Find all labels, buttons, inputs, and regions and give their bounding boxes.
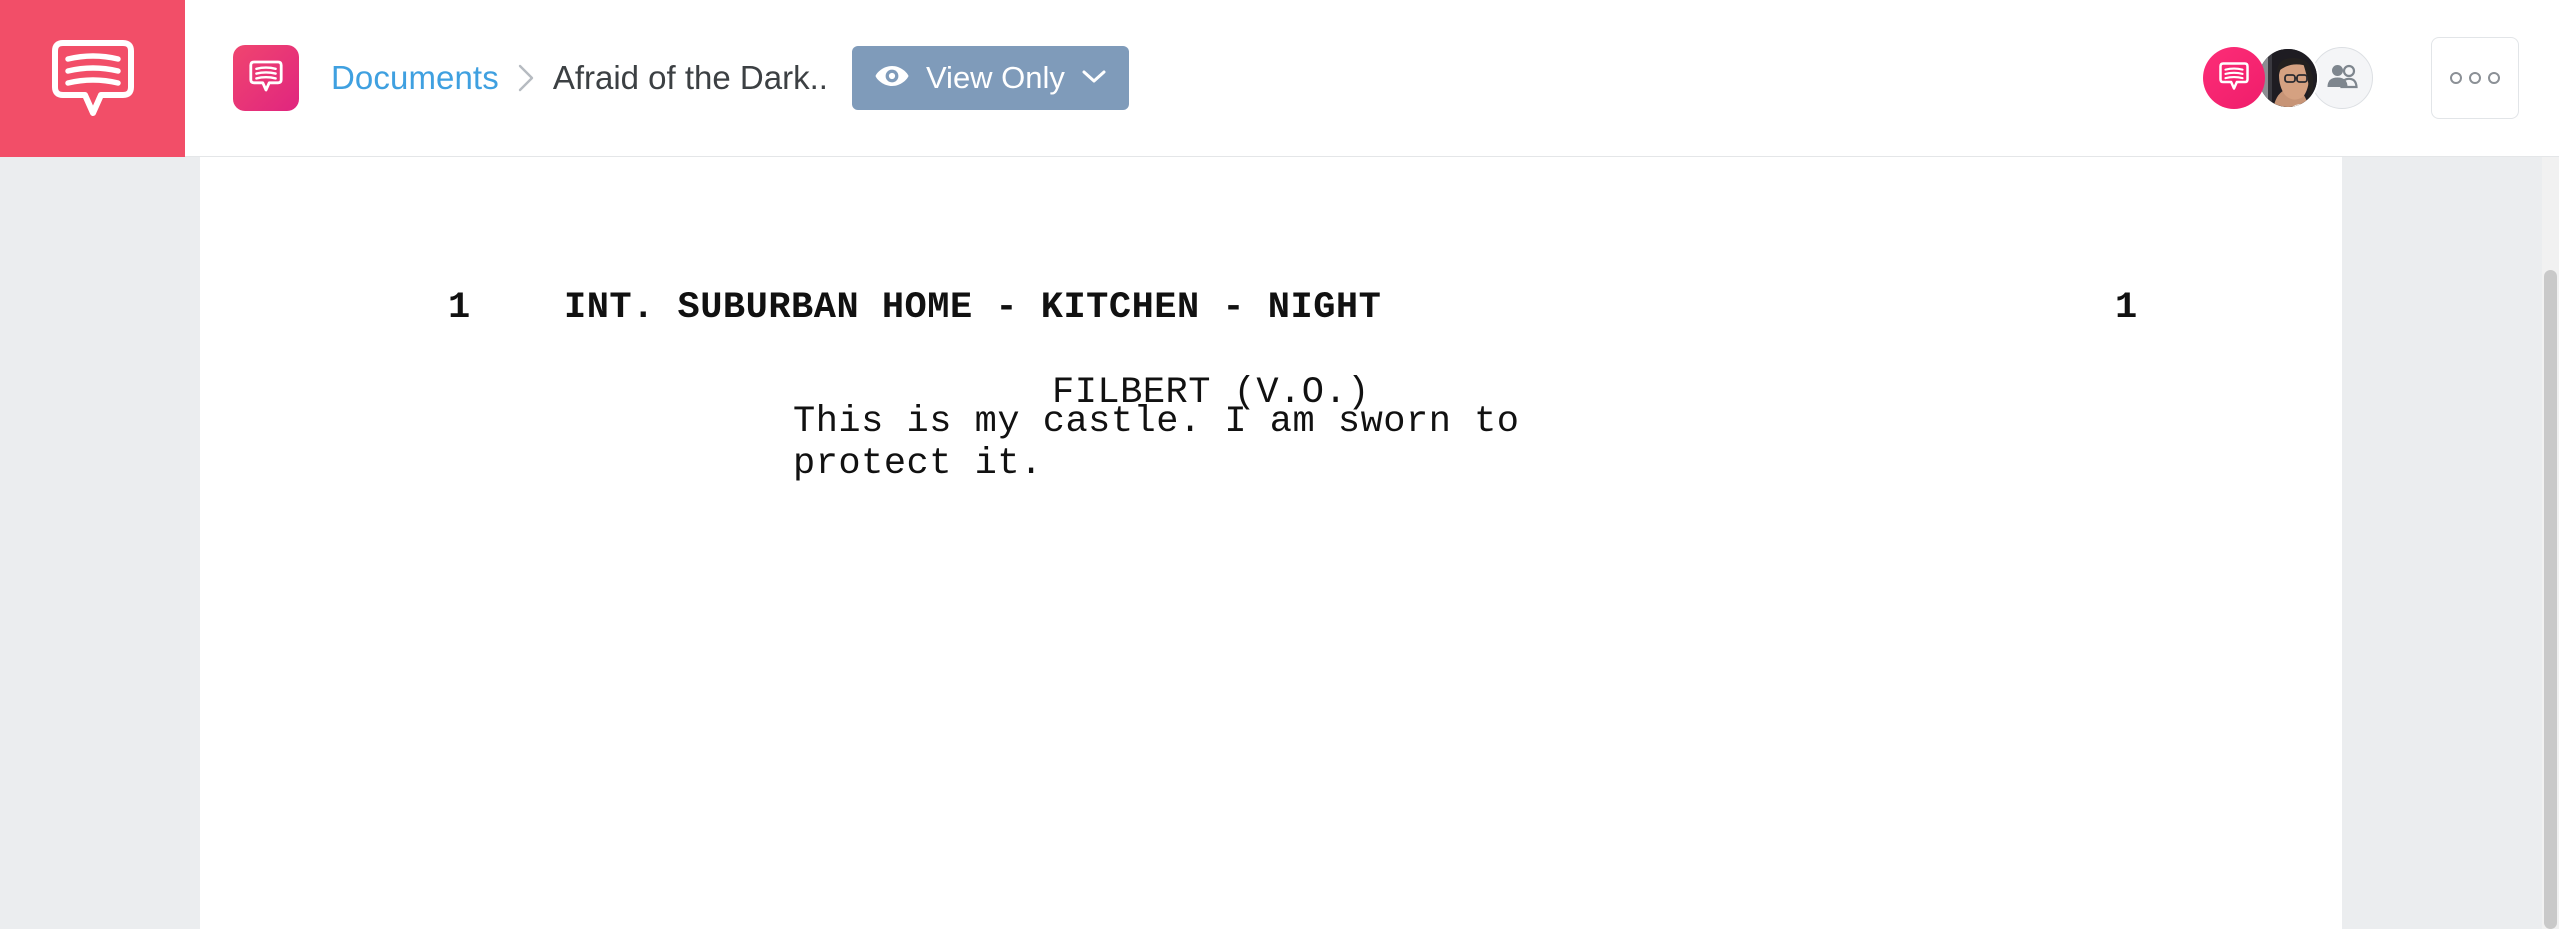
scene-heading-text: INT. SUBURBAN HOME - KITCHEN - NIGHT xyxy=(564,287,1382,329)
more-options-button[interactable] xyxy=(2431,37,2519,119)
user-avatar[interactable] xyxy=(2257,47,2319,109)
chevron-right-icon xyxy=(516,62,536,94)
speech-bubble-icon xyxy=(2219,60,2249,97)
scene-number-right: 1 xyxy=(2115,287,2138,329)
scene-number-left: 1 xyxy=(448,287,471,329)
app-header: Documents Afraid of the Dark.. View Only xyxy=(0,0,2559,157)
app-root: Documents Afraid of the Dark.. View Only… xyxy=(0,0,2559,929)
breadcrumb-documents-link[interactable]: Documents xyxy=(331,59,499,97)
speech-bubble-logo-icon xyxy=(51,33,135,123)
view-only-label: View Only xyxy=(925,60,1065,95)
header-left-group: Documents Afraid of the Dark.. View Only xyxy=(233,45,2203,111)
add-people-icon xyxy=(2326,63,2358,94)
breadcrumb: Documents Afraid of the Dark.. xyxy=(331,59,828,97)
dialogue-text: This is my castle. I am sworn to protect… xyxy=(793,401,1520,485)
document-workspace: 1 INT. SUBURBAN HOME - KITCHEN - NIGHT 1… xyxy=(0,157,2559,929)
eye-icon xyxy=(874,63,910,94)
vertical-scrollbar[interactable] xyxy=(2542,157,2559,929)
add-collaborator-avatar[interactable] xyxy=(2311,47,2373,109)
document-page[interactable]: 1 INT. SUBURBAN HOME - KITCHEN - NIGHT 1… xyxy=(200,157,2342,929)
screenplay-content: 1 INT. SUBURBAN HOME - KITCHEN - NIGHT 1… xyxy=(200,157,2342,929)
scrollbar-thumb[interactable] xyxy=(2544,270,2557,929)
app-logo[interactable] xyxy=(0,0,185,157)
collaborator-avatars xyxy=(2203,47,2373,109)
chevron-down-icon xyxy=(1081,67,1107,90)
document-type-badge[interactable] xyxy=(233,45,299,111)
view-only-button[interactable]: View Only xyxy=(851,46,1129,110)
person-photo xyxy=(2259,49,2317,107)
header-right-group xyxy=(2203,37,2559,119)
ellipsis-icon xyxy=(2450,72,2500,84)
speech-bubble-icon xyxy=(249,58,283,99)
chat-avatar[interactable] xyxy=(2203,47,2265,109)
breadcrumb-current-document: Afraid of the Dark.. xyxy=(552,59,828,96)
